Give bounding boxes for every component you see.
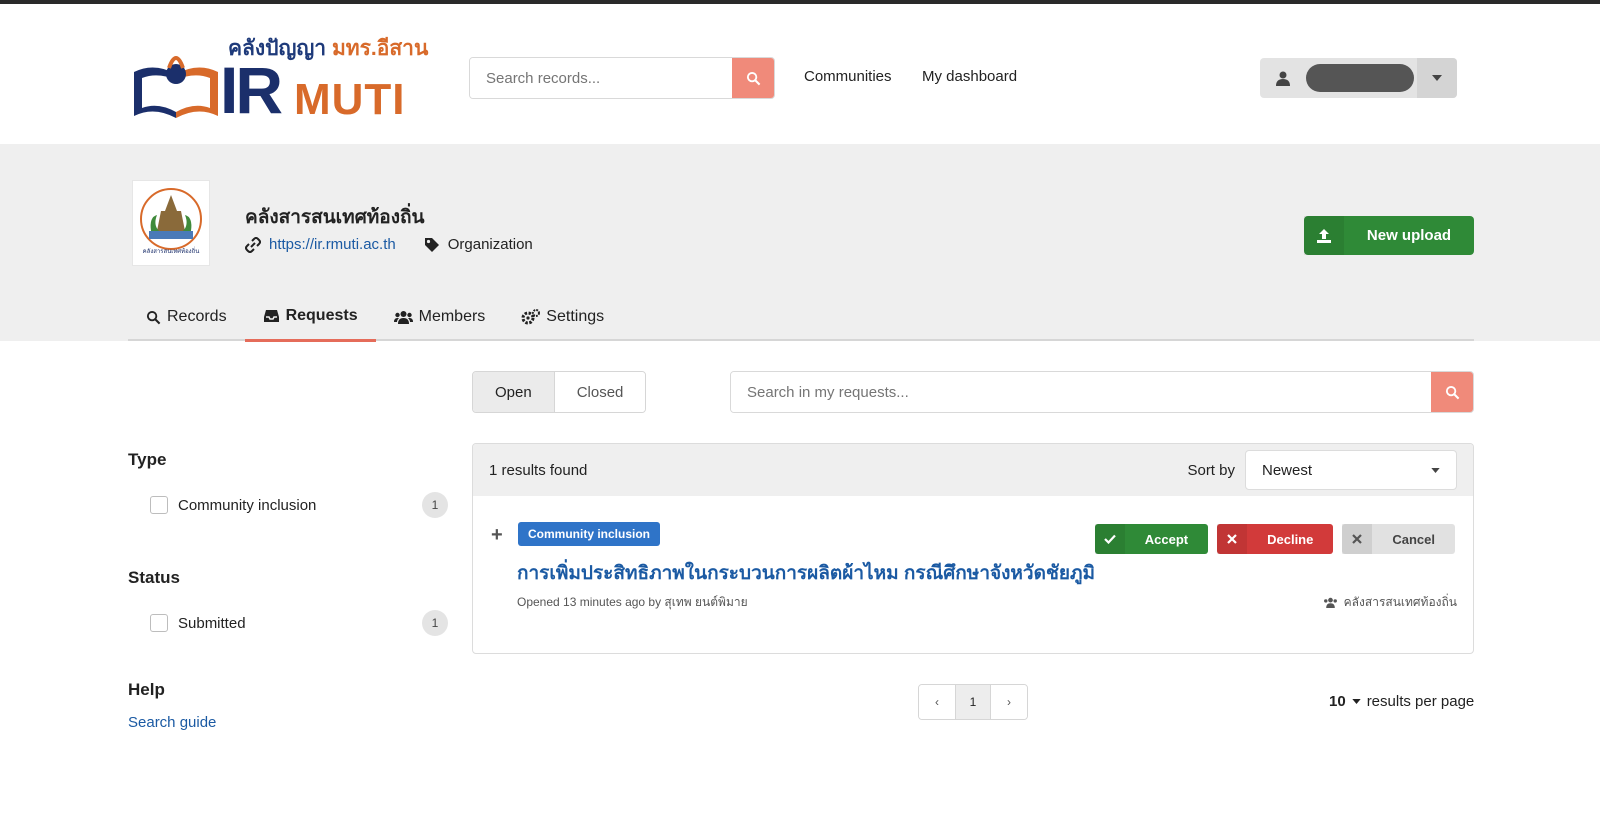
tag-icon — [424, 237, 439, 252]
plus-icon[interactable]: + — [491, 524, 503, 547]
toggle-closed[interactable]: Closed — [554, 372, 646, 412]
pagination-prev[interactable]: ‹ — [919, 685, 955, 719]
help-title: Help — [128, 680, 165, 699]
search-icon — [1445, 385, 1459, 399]
nav-communities[interactable]: Communities — [804, 68, 892, 85]
tab-requests[interactable]: Requests — [244, 293, 376, 342]
close-icon — [1342, 524, 1373, 554]
request-title-link[interactable]: การเพิ่มประสิทธิภาพในกระบวนการผลิตผ้าไหม… — [517, 558, 1095, 588]
users-icon — [1323, 597, 1337, 608]
community-header: คลังสารสนเทศท้องถิ่น คลังสารสนเทศท้องถิ่… — [0, 144, 1600, 342]
check-icon — [1094, 524, 1125, 554]
cancel-button[interactable]: Cancel — [1342, 524, 1455, 554]
sort-select[interactable]: Newest — [1245, 450, 1457, 490]
filter-type-title: Type — [128, 450, 167, 469]
request-meta: Opened 13 minutes ago by สุเทพ ยนต์พิมาย — [517, 595, 748, 609]
results-count: 1 results found — [489, 461, 588, 479]
filter-status: Status Submitted 1 — [128, 568, 448, 636]
filter-option-submitted[interactable]: Submitted 1 — [128, 610, 448, 636]
community-title: คลังสารสนเทศท้องถิ่น — [245, 207, 425, 228]
close-icon — [1217, 524, 1248, 554]
logo-muti-text: MUTI — [294, 75, 406, 124]
users-icon — [393, 311, 413, 324]
logo-ir-text: IR — [220, 53, 283, 127]
inbox-icon — [263, 310, 279, 322]
new-upload-label: New upload — [1366, 227, 1452, 244]
checkbox[interactable] — [150, 614, 168, 632]
upload-icon — [1304, 216, 1344, 255]
search-requests-input[interactable] — [731, 372, 1431, 412]
search-records-button[interactable] — [732, 58, 774, 98]
user-name-redacted — [1306, 64, 1414, 92]
site-header: คลังปัญญา มทร.อีสาน IR MUTI Communities … — [0, 4, 1600, 144]
user-menu[interactable] — [1260, 58, 1457, 98]
community-logo: คลังสารสนเทศท้องถิ่น — [132, 180, 210, 266]
pagination: ‹ 1 › — [918, 684, 1028, 720]
sort-control: Sort by Newest — [1187, 450, 1457, 490]
search-icon — [746, 71, 760, 85]
nav-my-dashboard[interactable]: My dashboard — [922, 68, 1017, 85]
tab-settings[interactable]: Settings — [503, 293, 622, 341]
community-meta: https://ir.rmuti.ac.th Organization — [245, 236, 533, 253]
filter-count: 1 — [422, 610, 448, 636]
record-search — [469, 57, 775, 99]
pagination-page-1[interactable]: 1 — [955, 685, 991, 719]
help-section: Help Search guide — [128, 680, 448, 731]
caret-down-icon — [1431, 467, 1440, 473]
request-item: + Community inclusion การเพิ่มประสิทธิภา… — [473, 496, 1473, 653]
accept-button[interactable]: Accept — [1094, 524, 1209, 554]
filter-status-title: Status — [128, 568, 180, 587]
per-page-select[interactable]: 10 — [1329, 693, 1346, 710]
cogs-icon — [521, 309, 541, 325]
search-requests-button[interactable] — [1431, 372, 1473, 412]
link-icon — [245, 236, 261, 253]
open-closed-toggle: Open Closed — [472, 371, 647, 413]
tab-records[interactable]: Records — [128, 293, 245, 341]
request-type-badge: Community inclusion — [518, 522, 661, 546]
tab-members[interactable]: Members — [376, 293, 504, 341]
site-logo[interactable]: คลังปัญญา มทร.อีสาน IR MUTI — [128, 30, 428, 127]
toggle-open[interactable]: Open — [473, 372, 555, 412]
community-website-link[interactable]: https://ir.rmuti.ac.th — [269, 236, 396, 253]
caret-down-icon[interactable] — [1352, 699, 1361, 704]
filter-type: Type Community inclusion 1 — [128, 450, 448, 518]
community-type: Organization — [447, 236, 533, 253]
community-logo-caption: คลังสารสนเทศท้องถิ่น — [143, 247, 200, 255]
results-panel: 1 results found Sort by Newest + Communi… — [472, 443, 1474, 654]
request-actions: Accept Decline Cancel — [1094, 524, 1455, 554]
new-upload-button[interactable]: New upload — [1304, 216, 1474, 255]
pagination-next[interactable]: › — [991, 685, 1027, 719]
caret-down-icon — [1432, 75, 1442, 81]
community-tabs: Records Requests Members Settings — [128, 293, 1474, 342]
temple-logo-icon: คลังสารสนเทศท้องถิ่น — [140, 188, 202, 255]
results-per-page: 10 results per page — [1329, 693, 1475, 710]
decline-button[interactable]: Decline — [1217, 524, 1334, 554]
sort-label: Sort by — [1187, 461, 1235, 479]
filter-count: 1 — [422, 492, 448, 518]
search-icon — [146, 310, 161, 324]
book-logo-icon — [134, 56, 218, 118]
request-community: คลังสารสนเทศท้องถิ่น — [1323, 593, 1457, 612]
user-icon — [1260, 70, 1306, 86]
checkbox[interactable] — [150, 496, 168, 514]
results-header: 1 results found Sort by Newest — [473, 444, 1473, 496]
search-records-input[interactable] — [470, 58, 732, 98]
filter-option-community-inclusion[interactable]: Community inclusion 1 — [128, 492, 448, 518]
request-search — [730, 371, 1474, 413]
search-guide-link[interactable]: Search guide — [128, 714, 448, 731]
user-menu-dropdown[interactable] — [1417, 58, 1457, 98]
